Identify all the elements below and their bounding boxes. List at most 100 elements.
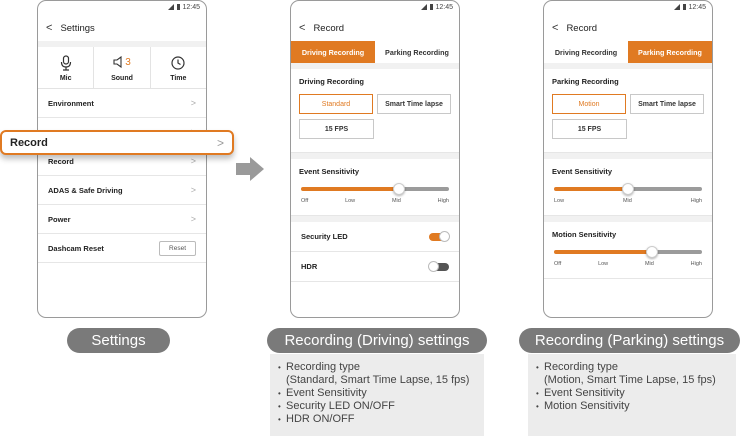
parking-record-screen: 12:45 < Record Driving Recording Parking… — [543, 0, 713, 318]
back-icon[interactable]: < — [46, 22, 52, 34]
tick-label: Mid — [644, 261, 654, 267]
item-label: Record — [48, 156, 74, 166]
settings-header: < Settings — [38, 15, 206, 41]
back-icon[interactable]: < — [299, 22, 305, 34]
note-sub: (Standard, Smart Time Lapse, 15 fps) — [286, 374, 470, 386]
back-icon[interactable]: < — [552, 22, 558, 34]
item-label: Dashcam Reset — [48, 243, 104, 253]
tick-label: Mid — [391, 198, 401, 204]
sound-level: 3 — [125, 57, 131, 68]
tick-label: Off — [301, 198, 309, 204]
section-title: Event Sensitivity — [299, 167, 360, 176]
tab-driving-recording[interactable]: Driving Recording — [544, 41, 628, 63]
section-title: Event Sensitivity — [552, 167, 613, 176]
settings-item-adas[interactable]: ADAS & Safe Driving > — [38, 176, 206, 205]
note-item: Event Sensitivity — [278, 387, 476, 400]
option-smart-time-lapse[interactable]: Smart Time lapse — [377, 94, 451, 114]
chevron-right-icon: > — [216, 135, 224, 150]
option-15fps[interactable]: 15 FPS — [552, 119, 627, 139]
page-title: Settings — [60, 22, 95, 34]
tick-label: Low — [598, 261, 609, 267]
record-header: < Record — [544, 15, 712, 41]
record-tabs: Driving Recording Parking Recording — [291, 41, 459, 63]
security-led-toggle[interactable] — [429, 230, 450, 242]
event-sensitivity-section: Event Sensitivity Off Low Mid High — [291, 159, 459, 216]
page-title: Record — [566, 22, 598, 34]
caption-parking: Recording (Parking) settings — [519, 328, 740, 353]
record-highlight-label: Record — [10, 136, 48, 149]
note-item: Motion Sensitivity — [536, 400, 728, 413]
slider-knob[interactable] — [645, 246, 658, 258]
option-standard[interactable]: Standard — [299, 94, 373, 114]
caption-settings: Settings — [67, 328, 170, 353]
slider-knob[interactable] — [392, 183, 405, 195]
security-led-row: Security LED — [291, 222, 459, 252]
signal-icon — [168, 4, 175, 10]
quick-settings: Mic 3 Sound Time — [38, 47, 206, 89]
battery-icon — [430, 4, 434, 10]
tick-label: High — [437, 198, 449, 204]
tab-parking-recording[interactable]: Parking Recording — [375, 41, 459, 63]
caption-driving: Recording (Driving) settings — [267, 328, 487, 353]
option-motion[interactable]: Motion — [552, 94, 626, 114]
section-title: Driving Recording — [299, 77, 365, 86]
chevron-right-icon: > — [190, 98, 196, 108]
note-item: Event Sensitivity — [536, 387, 728, 400]
sound-button[interactable]: 3 Sound — [94, 47, 151, 88]
mic-button[interactable]: Mic — [38, 47, 95, 88]
hdr-label: HDR — [301, 262, 318, 271]
record-highlight[interactable]: Record > — [0, 130, 234, 155]
clock-icon — [171, 54, 185, 72]
signal-icon — [421, 4, 428, 10]
slider-knob[interactable] — [622, 183, 634, 195]
motion-sensitivity-section: Motion Sensitivity Off Low Mid High — [544, 222, 712, 279]
chevron-right-icon: > — [190, 156, 196, 166]
settings-screen: 12:45 < Settings Mic 3 Sound Time Enviro… — [37, 0, 207, 318]
chevron-right-icon: > — [190, 214, 196, 224]
item-label: Power — [48, 214, 71, 224]
option-smart-time-lapse[interactable]: Smart Time lapse — [630, 94, 704, 114]
record-tabs: Driving Recording Parking Recording — [544, 41, 712, 63]
battery-icon — [683, 4, 687, 10]
reset-button[interactable]: Reset — [159, 240, 196, 256]
status-bar: 12:45 — [38, 1, 206, 15]
settings-item-power[interactable]: Power > — [38, 205, 206, 234]
speaker-icon — [113, 55, 125, 70]
status-bar: 12:45 — [291, 1, 459, 15]
motion-sensitivity-slider[interactable] — [554, 246, 702, 258]
tab-parking-recording[interactable]: Parking Recording — [628, 41, 712, 63]
event-sensitivity-slider[interactable] — [301, 183, 449, 195]
parking-notes: Recording type (Motion, Smart Time Lapse… — [528, 354, 736, 436]
status-time: 12:45 — [182, 4, 200, 11]
driving-recording-section: Driving Recording Standard Smart Time la… — [291, 69, 459, 153]
battery-icon — [177, 4, 181, 10]
status-time: 12:45 — [435, 4, 453, 11]
option-15fps[interactable]: 15 FPS — [299, 119, 374, 139]
chevron-right-icon: > — [190, 185, 196, 195]
parking-recording-section: Parking Recording Motion Smart Time laps… — [544, 69, 712, 153]
tab-driving-recording[interactable]: Driving Recording — [291, 41, 375, 63]
settings-item-environment[interactable]: Environment > — [38, 89, 206, 118]
settings-item-reset: Dashcam Reset Reset — [38, 234, 206, 263]
mic-label: Mic — [59, 74, 72, 82]
note-item: Recording type — [536, 361, 728, 374]
page-title: Record — [313, 22, 345, 34]
arrow-icon — [236, 155, 264, 188]
hdr-row: HDR — [291, 252, 459, 282]
signal-icon — [674, 4, 681, 10]
time-label: Time — [170, 74, 187, 82]
time-button[interactable]: Time — [151, 47, 206, 88]
record-header: < Record — [291, 15, 459, 41]
hdr-toggle[interactable] — [428, 260, 449, 272]
note-item: Recording type — [278, 361, 476, 374]
status-time: 12:45 — [688, 4, 706, 11]
item-label: ADAS & Safe Driving — [48, 185, 123, 195]
note-item: Security LED ON/OFF — [278, 400, 476, 413]
driving-notes: Recording type (Standard, Smart Time Lap… — [270, 354, 484, 436]
sound-label: Sound — [111, 74, 133, 82]
driving-record-screen: 12:45 < Record Driving Recording Parking… — [290, 0, 460, 318]
security-led-label: Security LED — [301, 232, 348, 241]
event-sensitivity-slider[interactable] — [554, 183, 702, 195]
item-label: Environment — [48, 98, 94, 108]
status-bar: 12:45 — [544, 1, 712, 15]
